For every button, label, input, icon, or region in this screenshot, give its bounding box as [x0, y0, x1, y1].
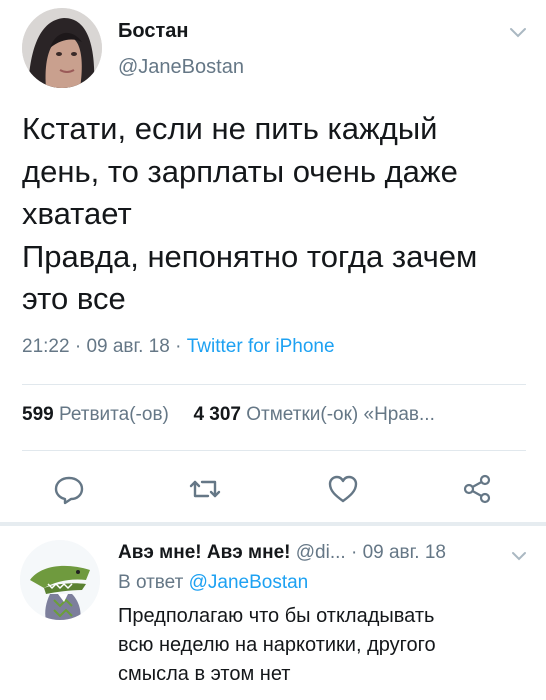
tweet-text-line: хватает	[22, 196, 132, 231]
chevron-down-icon[interactable]	[508, 26, 528, 40]
meta-separator: ·	[74, 336, 87, 357]
tweet-stats: 599 Ретвита(-ов) 4 307 Отметки(-ок) «Нра…	[22, 404, 435, 426]
chevron-down-icon[interactable]	[510, 550, 528, 562]
tweet-text-line: Правда, непонятно тогда зачем	[22, 238, 478, 274]
tweet-text-line: день, то зарплаты очень даже	[22, 153, 458, 189]
tweet-time: 21:22	[22, 336, 70, 357]
tweet-source-link[interactable]: Twitter for iPhone	[187, 336, 335, 357]
reply-text-line: Предполагаю что бы откладывать	[118, 605, 435, 627]
share-icon[interactable]	[460, 472, 494, 506]
tweet-meta: 21:22 · 09 авг. 18 · Twitter for iPhone	[22, 336, 335, 358]
retweet-count: 599	[22, 404, 54, 425]
in-reply-to: В ответ @JaneBostan	[118, 572, 308, 594]
divider	[22, 450, 526, 451]
avatar-image	[22, 8, 102, 88]
retweet-stat[interactable]: 599 Ретвита(-ов)	[22, 404, 169, 425]
tweet-text-line: Кстати, если не пить каждый	[22, 111, 438, 146]
tweet-date: 09 авг. 18	[86, 336, 170, 357]
author-name[interactable]: Бостан	[118, 20, 188, 43]
retweet-label: Ретвита(-ов)	[58, 404, 169, 425]
reply-text-line: смысла в этом нет	[118, 663, 291, 685]
divider	[22, 384, 526, 385]
meta-separator: ·	[350, 542, 363, 563]
meta-separator: ·	[175, 336, 187, 357]
reply-header: Авэ мне! Авэ мне! @di... · 09 авг. 18	[118, 542, 446, 564]
reply-date: 09 авг. 18	[362, 542, 446, 563]
avatar[interactable]	[22, 8, 102, 88]
tweet-header: Бостан @JaneBostan	[0, 0, 546, 100]
author-handle[interactable]: @JaneBostan	[118, 56, 244, 79]
retweet-icon[interactable]	[188, 472, 222, 506]
in-reply-to-handle[interactable]: @JaneBostan	[189, 572, 309, 593]
like-icon[interactable]	[326, 472, 360, 506]
like-count: 4 307	[193, 404, 241, 425]
reply-tweet[interactable]: Авэ мне! Авэ мне! @di... · 09 авг. 18 В …	[0, 526, 546, 700]
reply-author-handle[interactable]: @di...	[296, 542, 346, 563]
like-label: Отметки(-ок) «Нрав...	[246, 404, 435, 425]
reply-text: Предполагаю что бы откладывать всю недел…	[118, 602, 436, 689]
tweet-text: Кстати, если не пить каждый день, то зар…	[22, 108, 532, 321]
like-stat[interactable]: 4 307 Отметки(-ок) «Нрав...	[193, 404, 434, 425]
reply-avatar[interactable]	[20, 540, 100, 620]
reply-author-name[interactable]: Авэ мне! Авэ мне!	[118, 542, 290, 563]
reply-icon[interactable]	[52, 472, 86, 506]
reply-text-line: всю неделю на наркотики, другого	[118, 634, 436, 656]
tweet-text-line: это все	[22, 281, 126, 316]
in-reply-to-prefix: В ответ	[118, 572, 184, 593]
reply-avatar-image	[20, 540, 100, 620]
